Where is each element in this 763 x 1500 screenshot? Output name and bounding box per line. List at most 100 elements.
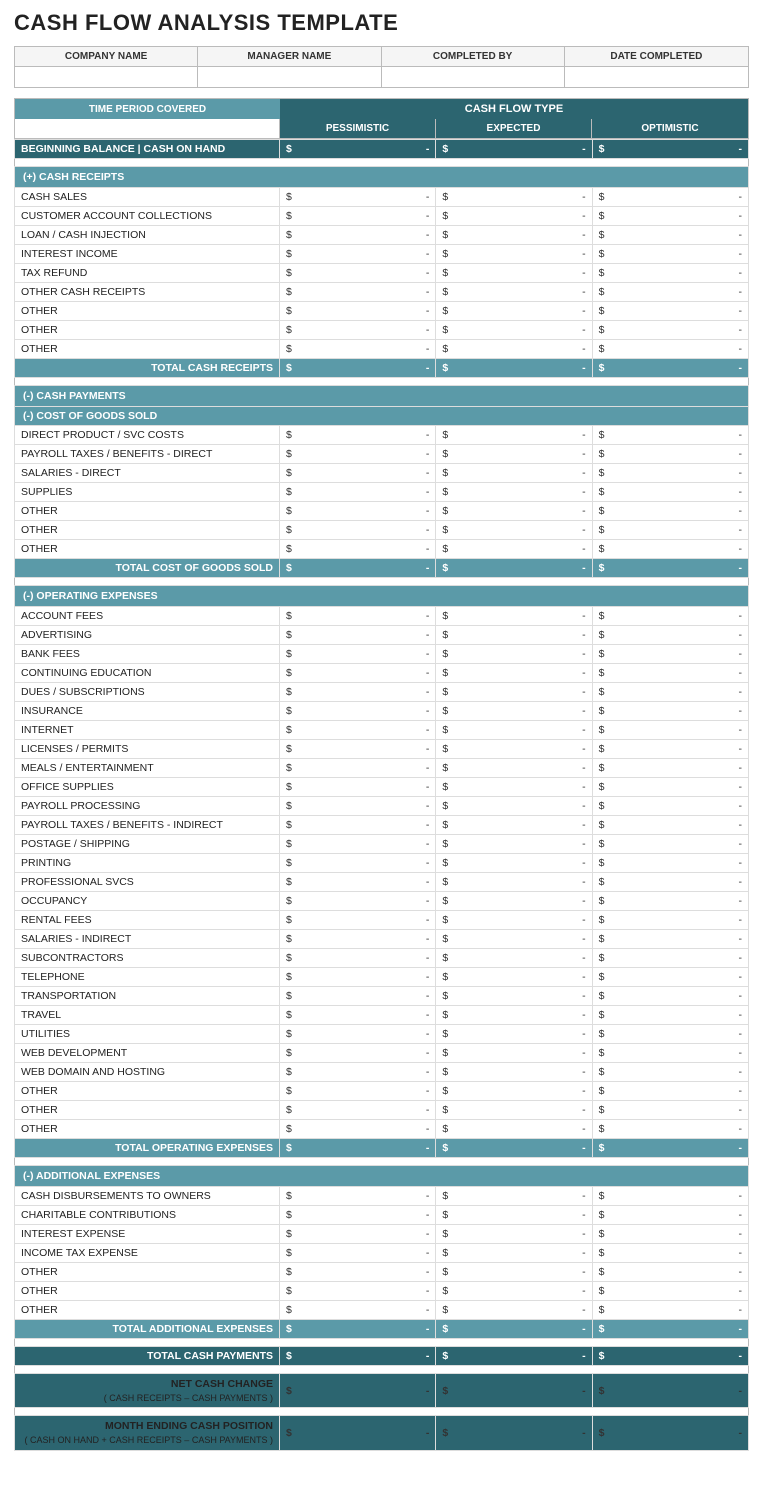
- net-cash-change-label: NET CASH CHANGE ( CASH RECEIPTS – CASH P…: [15, 1374, 280, 1408]
- table-row: PRINTING$-$-$-: [15, 854, 749, 873]
- table-row: OTHER$-$-$-: [15, 1282, 749, 1301]
- total-operating-row: TOTAL OPERATING EXPENSES $- $- $-: [15, 1139, 749, 1158]
- beginning-balance-pessimistic[interactable]: $-: [280, 140, 436, 159]
- cash-sales-label: CASH SALES: [15, 188, 280, 207]
- table-row: INTERNET$-$-$-: [15, 721, 749, 740]
- company-name-value[interactable]: [15, 67, 198, 87]
- table-row: INTEREST EXPENSE$-$-$-: [15, 1225, 749, 1244]
- table-row: OTHER $- $- $-: [15, 321, 749, 340]
- spacer-7: [15, 1408, 749, 1416]
- table-row: CASH DISBURSEMENTS TO OWNERS$-$-$-: [15, 1187, 749, 1206]
- table-row: TRANSPORTATION$-$-$-: [15, 987, 749, 1006]
- table-row: DIRECT PRODUCT / SVC COSTS $- $- $-: [15, 426, 749, 445]
- table-row: SUBCONTRACTORS$-$-$-: [15, 949, 749, 968]
- table-row: OFFICE SUPPLIES$-$-$-: [15, 778, 749, 797]
- page-container: { "title": "CASH FLOW ANALYSIS TEMPLATE"…: [0, 0, 763, 1471]
- table-row: SUPPLIES $- $- $-: [15, 483, 749, 502]
- completed-by-label: COMPLETED BY: [382, 47, 565, 66]
- spacer-3: [15, 578, 749, 586]
- time-period-input[interactable]: [15, 119, 280, 138]
- col-optimistic: OPTIMISTIC: [592, 119, 748, 138]
- table-row: LICENSES / PERMITS$-$-$-: [15, 740, 749, 759]
- operating-expenses-header: (-) OPERATING EXPENSES: [15, 586, 749, 607]
- net-cash-change-row: NET CASH CHANGE ( CASH RECEIPTS – CASH P…: [15, 1374, 749, 1408]
- interest-income-label: INTEREST INCOME: [15, 245, 280, 264]
- table-row: WEB DEVELOPMENT$-$-$-: [15, 1044, 749, 1063]
- table-row: OTHER$-$-$-: [15, 1301, 749, 1320]
- header-values-row: [14, 66, 749, 88]
- table-row: POSTAGE / SHIPPING$-$-$-: [15, 835, 749, 854]
- col-pessimistic: PESSIMISTIC: [280, 119, 436, 138]
- spacer-5: [15, 1339, 749, 1347]
- tax-refund-label: TAX REFUND: [15, 264, 280, 283]
- table-row: CASH SALES $- $- $-: [15, 188, 749, 207]
- main-table: BEGINNING BALANCE | CASH ON HAND $- $- $…: [14, 139, 749, 1451]
- table-row: OCCUPANCY$-$-$-: [15, 892, 749, 911]
- table-row: OTHER $- $- $-: [15, 340, 749, 359]
- table-row: CONTINUING EDUCATION$-$-$-: [15, 664, 749, 683]
- cash-payments-header-row: (-) CASH PAYMENTS: [15, 386, 749, 407]
- spacer-6: [15, 1366, 749, 1374]
- table-row: WEB DOMAIN AND HOSTING$-$-$-: [15, 1063, 749, 1082]
- table-row: SALARIES - DIRECT $- $- $-: [15, 464, 749, 483]
- total-cogs-row: TOTAL COST OF GOODS SOLD $- $- $-: [15, 559, 749, 578]
- table-row: INTEREST INCOME $- $- $-: [15, 245, 749, 264]
- table-row: OTHER $- $- $-: [15, 540, 749, 559]
- interest-expense-label: INTEREST EXPENSE: [15, 1225, 280, 1244]
- completed-by-value[interactable]: [382, 67, 565, 87]
- table-row: LOAN / CASH INJECTION $- $- $-: [15, 226, 749, 245]
- other-1-label: OTHER: [15, 302, 280, 321]
- table-row: OTHER$-$-$-: [15, 1101, 749, 1120]
- table-row: INSURANCE$-$-$-: [15, 702, 749, 721]
- spacer-1: [15, 159, 749, 167]
- cash-payments-header: (-) CASH PAYMENTS: [15, 386, 749, 407]
- cash-sales-p[interactable]: $-: [280, 188, 436, 207]
- total-additional-row: TOTAL ADDITIONAL EXPENSES $- $- $-: [15, 1320, 749, 1339]
- beginning-balance-optimistic[interactable]: $-: [592, 140, 748, 159]
- total-cash-payments-row: TOTAL CASH PAYMENTS $- $- $-: [15, 1347, 749, 1366]
- table-row: OTHER $- $- $-: [15, 302, 749, 321]
- table-row: ACCOUNT FEES$-$-$-: [15, 607, 749, 626]
- table-row: OTHER $- $- $-: [15, 502, 749, 521]
- cash-receipts-header-row: (+) CASH RECEIPTS: [15, 167, 749, 188]
- total-cash-receipts-row: TOTAL CASH RECEIPTS $- $- $-: [15, 359, 749, 378]
- date-completed-label: DATE COMPLETED: [565, 47, 748, 66]
- month-ending-row: MONTH ENDING CASH POSITION ( CASH ON HAN…: [15, 1416, 749, 1450]
- table-row: BANK FEES$-$-$-: [15, 645, 749, 664]
- total-cr-e[interactable]: $-: [436, 359, 592, 378]
- customer-account-label: CUSTOMER ACCOUNT COLLECTIONS: [15, 207, 280, 226]
- cash-sales-o[interactable]: $-: [592, 188, 748, 207]
- table-row: MEALS / ENTERTAINMENT$-$-$-: [15, 759, 749, 778]
- main-title: CASH FLOW ANALYSIS TEMPLATE: [14, 10, 749, 36]
- cogs-header-row: (-) COST OF GOODS SOLD: [15, 407, 749, 426]
- beginning-balance-expected[interactable]: $-: [436, 140, 592, 159]
- company-name-label: COMPANY NAME: [15, 47, 198, 66]
- total-cr-o[interactable]: $-: [592, 359, 748, 378]
- table-row: ADVERTISING$-$-$-: [15, 626, 749, 645]
- cash-flow-type-label: CASH FLOW TYPE: [280, 99, 748, 119]
- spacer-4: [15, 1158, 749, 1166]
- total-operating-label: TOTAL OPERATING EXPENSES: [15, 1139, 280, 1158]
- table-row: OTHER$-$-$-: [15, 1263, 749, 1282]
- additional-expenses-header-row: (-) ADDITIONAL EXPENSES: [15, 1166, 749, 1187]
- table-row: OTHER$-$-$-: [15, 1082, 749, 1101]
- beginning-balance-label: BEGINNING BALANCE | CASH ON HAND: [15, 140, 280, 159]
- cf-header-row: TIME PERIOD COVERED CASH FLOW TYPE: [14, 98, 749, 119]
- col-expected: EXPECTED: [436, 119, 592, 138]
- table-row: INCOME TAX EXPENSE$-$-$-: [15, 1244, 749, 1263]
- cash-sales-e[interactable]: $-: [436, 188, 592, 207]
- date-completed-value[interactable]: [565, 67, 748, 87]
- table-row: OTHER$-$-$-: [15, 1120, 749, 1139]
- table-row: UTILITIES$-$-$-: [15, 1025, 749, 1044]
- manager-name-value[interactable]: [198, 67, 381, 87]
- total-cash-payments-label: TOTAL CASH PAYMENTS: [15, 1347, 280, 1366]
- table-row: PAYROLL PROCESSING$-$-$-: [15, 797, 749, 816]
- loan-cash-injection-label: LOAN / CASH INJECTION: [15, 226, 280, 245]
- table-row: TELEPHONE$-$-$-: [15, 968, 749, 987]
- time-period-label: TIME PERIOD COVERED: [15, 99, 280, 119]
- table-row: OTHER CASH RECEIPTS $- $- $-: [15, 283, 749, 302]
- other-3-label: OTHER: [15, 340, 280, 359]
- total-cr-p[interactable]: $-: [280, 359, 436, 378]
- table-row: PROFESSIONAL SVCS$-$-$-: [15, 873, 749, 892]
- table-row: RENTAL FEES$-$-$-: [15, 911, 749, 930]
